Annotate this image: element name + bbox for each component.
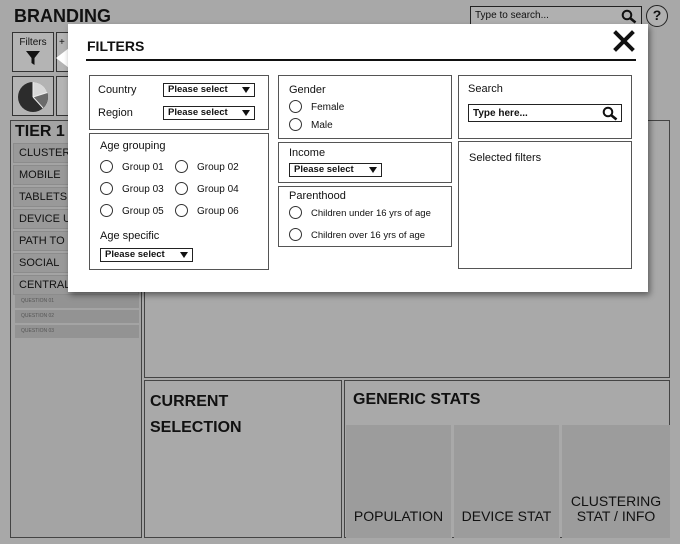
- region-select[interactable]: Please select: [163, 106, 255, 120]
- group-02-label: Group 02: [197, 162, 239, 173]
- radio-group-05[interactable]: [100, 204, 113, 217]
- radio-group-02[interactable]: [175, 160, 188, 173]
- group-01-label: Group 01: [122, 162, 164, 173]
- search-filter: Search Type here...: [458, 75, 632, 139]
- radio-group-01[interactable]: [100, 160, 113, 173]
- age-filter: Age grouping Group 01 Group 02 Group 03 …: [89, 133, 269, 270]
- chevron-down-icon: [180, 252, 188, 258]
- current-selection-panel: CURRENT SELECTION: [144, 380, 342, 538]
- radio-male[interactable]: [289, 118, 302, 131]
- region-select-value: Please select: [168, 107, 228, 118]
- children-over-16-label: Children over 16 yrs of age: [311, 230, 426, 241]
- pie-chart-icon: [18, 82, 48, 112]
- search-icon[interactable]: [602, 106, 618, 121]
- group-03-label: Group 03: [122, 184, 164, 195]
- filter-search-placeholder: Type here...: [473, 108, 528, 119]
- search-icon[interactable]: [621, 9, 637, 24]
- sidebar-title: TIER 1: [15, 123, 65, 140]
- generic-stats-title: GENERIC STATS: [353, 391, 481, 408]
- chevron-down-icon: [242, 110, 250, 116]
- radio-female[interactable]: [289, 100, 302, 113]
- close-icon[interactable]: [613, 30, 635, 52]
- stat-device: DEVICE STAT: [454, 425, 560, 538]
- search-label: Search: [468, 83, 503, 95]
- radio-group-06[interactable]: [175, 204, 188, 217]
- group-04-label: Group 04: [197, 184, 239, 195]
- pie-chart-button[interactable]: [12, 76, 54, 116]
- gender-filter: Gender Female Male: [278, 75, 452, 139]
- filter-search-input[interactable]: Type here...: [468, 104, 622, 122]
- stat-population: POPULATION: [346, 425, 452, 538]
- radio-group-04[interactable]: [175, 182, 188, 195]
- age-specific-select-value: Please select: [105, 249, 165, 260]
- selected-filters-panel: Selected filters: [458, 141, 632, 269]
- parenthood-label: Parenthood: [289, 190, 346, 202]
- age-specific-select[interactable]: Please select: [100, 248, 193, 262]
- male-label: Male: [311, 120, 333, 131]
- country-label: Country: [98, 84, 137, 96]
- group-06-label: Group 06: [197, 206, 239, 217]
- sidebar-subitem-question-02[interactable]: QUESTION 02: [15, 310, 139, 323]
- radio-group-03[interactable]: [100, 182, 113, 195]
- age-specific-label: Age specific: [100, 230, 160, 242]
- selected-filters-label: Selected filters: [469, 152, 542, 164]
- filters-button[interactable]: Filters: [12, 32, 54, 72]
- generic-stats-panel: GENERIC STATS POPULATION DEVICE STAT CLU…: [344, 380, 670, 538]
- stat-device-label: DEVICE STAT: [461, 508, 552, 524]
- chevron-down-icon: [369, 167, 377, 173]
- location-filter: Country Please select Region Please sele…: [89, 75, 269, 130]
- filters-modal: FILTERS Country Please select Region Ple…: [68, 24, 648, 292]
- radio-children-over-16[interactable]: [289, 228, 302, 241]
- sidebar-subitem-question-03[interactable]: QUESTION 03: [15, 325, 139, 338]
- funnel-icon: [26, 51, 40, 65]
- radio-children-under-16[interactable]: [289, 206, 302, 219]
- stat-clustering-label: CLUSTERING STAT / INFO: [570, 493, 662, 524]
- modal-divider: [86, 59, 636, 61]
- age-grouping-label: Age grouping: [100, 140, 166, 152]
- current-selection-title: CURRENT SELECTION: [150, 393, 242, 436]
- help-button[interactable]: ?: [646, 5, 668, 27]
- income-select[interactable]: Please select: [289, 163, 382, 177]
- country-select[interactable]: Please select: [163, 83, 255, 97]
- region-label: Region: [98, 107, 133, 119]
- stat-population-label: POPULATION: [353, 508, 444, 524]
- modal-title: FILTERS: [87, 38, 145, 54]
- gender-label: Gender: [289, 84, 326, 96]
- income-label: Income: [289, 147, 326, 159]
- chevron-down-icon: [242, 87, 250, 93]
- top-search-placeholder: Type to search...: [475, 10, 549, 21]
- sidebar-subitem-question-01[interactable]: QUESTION 01: [15, 295, 139, 308]
- group-05-label: Group 05: [122, 206, 164, 217]
- top-search-input[interactable]: Type to search...: [470, 6, 642, 26]
- female-label: Female: [311, 102, 345, 113]
- filters-button-label: Filters: [19, 37, 47, 48]
- country-select-value: Please select: [168, 84, 228, 95]
- parenthood-filter: Parenthood Children under 16 yrs of age …: [278, 186, 452, 247]
- income-filter: Income Please select: [278, 142, 452, 183]
- stat-clustering: CLUSTERING STAT / INFO: [562, 425, 670, 538]
- children-under-16-label: Children under 16 yrs of age: [311, 208, 431, 219]
- income-select-value: Please select: [294, 164, 354, 175]
